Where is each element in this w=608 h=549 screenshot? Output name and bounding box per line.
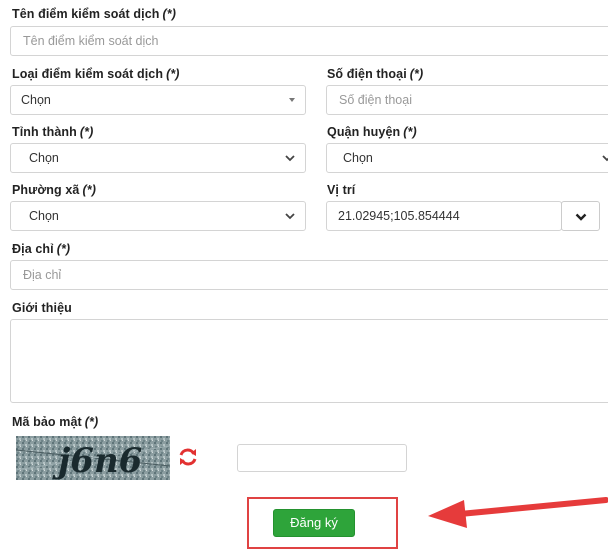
name-label: Tên điểm kiểm soát dịch (*)	[12, 7, 176, 21]
address-label: Địa chỉ (*)	[12, 242, 71, 256]
location-dropdown-button[interactable]	[561, 201, 600, 231]
ward-select[interactable]: Chọn	[10, 201, 306, 231]
name-input[interactable]: Tên điểm kiểm soát dịch	[10, 26, 608, 56]
phone-input[interactable]: Số điện thoại	[326, 85, 608, 115]
captcha-image: j6n6	[16, 436, 170, 480]
register-button[interactable]: Đăng ký	[273, 509, 355, 537]
district-label: Quận huyện (*)	[327, 125, 417, 139]
location-input[interactable]: 21.02945;105.854444	[326, 201, 562, 231]
refresh-icon[interactable]	[177, 447, 199, 467]
captcha-label: Mã bảo mật (*)	[12, 415, 99, 429]
chevron-down-icon	[285, 213, 295, 220]
district-select-value: Chọn	[343, 151, 373, 165]
pointer-arrow-icon	[428, 497, 608, 528]
type-label: Loại điểm kiểm soát dịch (*)	[12, 67, 180, 81]
type-select-value: Chọn	[21, 93, 51, 107]
ward-select-value: Chọn	[29, 209, 59, 223]
district-select[interactable]: Chọn	[326, 143, 608, 173]
phone-label: Số điện thoại (*)	[327, 67, 424, 81]
ward-label: Phường xã (*)	[12, 183, 96, 197]
chevron-down-icon	[602, 155, 608, 162]
caret-down-icon	[289, 98, 295, 102]
location-label: Vị trí	[327, 183, 356, 197]
chevron-down-icon	[575, 213, 587, 221]
intro-textarea[interactable]	[10, 319, 608, 403]
province-select-value: Chọn	[29, 151, 59, 165]
province-label: Tỉnh thành (*)	[12, 125, 94, 139]
captcha-text: j6n6	[52, 441, 142, 480]
type-select[interactable]: Chọn	[10, 85, 306, 115]
intro-label: Giới thiệu	[12, 301, 72, 315]
chevron-down-icon	[285, 155, 295, 162]
captcha-input[interactable]	[237, 444, 407, 472]
address-input[interactable]: Địa chỉ	[10, 260, 608, 290]
province-select[interactable]: Chọn	[10, 143, 306, 173]
